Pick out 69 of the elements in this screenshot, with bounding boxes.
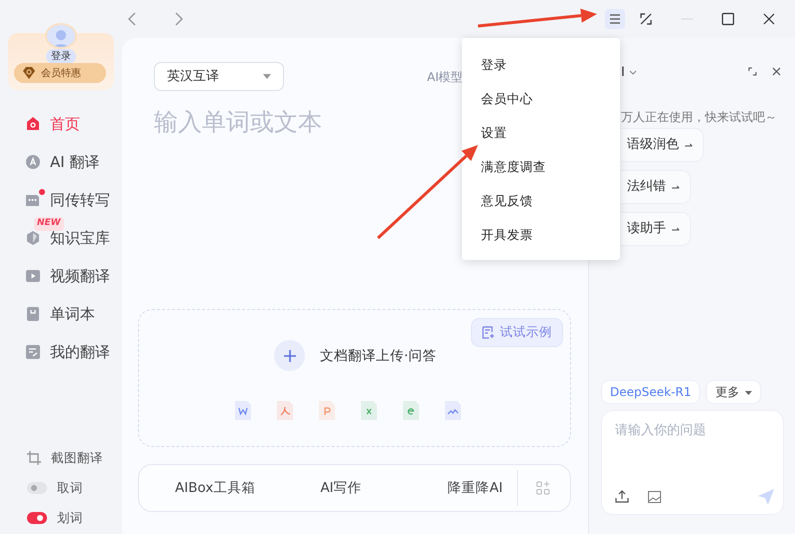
model-label: AI模型 bbox=[427, 69, 463, 86]
image-icon[interactable] bbox=[648, 491, 661, 503]
toggle-label: 划词 bbox=[57, 508, 83, 527]
word-file-icon bbox=[235, 401, 251, 420]
model-chip[interactable]: 更多 bbox=[706, 380, 762, 404]
arrow-right-icon bbox=[672, 184, 680, 190]
menu-item[interactable]: 设置 bbox=[462, 115, 620, 149]
document-icon bbox=[482, 326, 495, 339]
question-field[interactable]: 请输入你的问题 bbox=[613, 420, 773, 442]
notebook-icon bbox=[25, 306, 41, 322]
menu-icon[interactable] bbox=[605, 9, 625, 29]
nav-item[interactable]: NEW 知识宝库 bbox=[0, 219, 122, 257]
login-button[interactable]: 登录 bbox=[46, 49, 76, 64]
chevron-down-icon[interactable] bbox=[628, 70, 637, 76]
nav-item[interactable]: 首页 bbox=[0, 105, 122, 143]
nav-item[interactable]: 同传转写 bbox=[0, 181, 122, 219]
ebook-file-icon bbox=[403, 401, 419, 420]
plus-icon bbox=[284, 350, 296, 362]
nav-item[interactable]: 我的翻译 bbox=[0, 333, 122, 371]
nav-item[interactable]: 视频翻译 bbox=[0, 257, 122, 295]
toolbar-button[interactable]: AIBox工具箱 bbox=[175, 478, 256, 498]
tool-label[interactable]: 截图翻译 bbox=[51, 448, 103, 468]
toggle-label: 取词 bbox=[57, 478, 83, 497]
menu-item[interactable]: 会员中心 bbox=[462, 81, 620, 115]
play-icon bbox=[25, 268, 41, 284]
new-badge: NEW bbox=[34, 217, 64, 230]
toggle-switch[interactable] bbox=[27, 482, 47, 494]
maximize-icon[interactable] bbox=[721, 12, 735, 26]
expand-icon[interactable] bbox=[748, 67, 757, 76]
menu-item[interactable]: 开具发票 bbox=[462, 217, 620, 251]
back-icon[interactable] bbox=[127, 12, 137, 26]
toggle-switch[interactable] bbox=[27, 512, 47, 524]
arrow-right-icon bbox=[672, 226, 680, 232]
pdf-file-icon bbox=[277, 401, 293, 420]
toolbar-button[interactable]: 降重降AI bbox=[448, 478, 503, 498]
diamond-icon bbox=[22, 67, 36, 79]
toolbar-button[interactable]: AI写作 bbox=[320, 478, 362, 498]
suggestion-chip[interactable]: 法纠错 bbox=[621, 170, 691, 204]
image-file-icon bbox=[445, 401, 461, 420]
crop-icon[interactable] bbox=[27, 451, 41, 465]
letter-a-icon bbox=[25, 154, 41, 170]
ppt-file-icon bbox=[319, 401, 335, 420]
menu-item[interactable]: 意见反馈 bbox=[462, 183, 620, 217]
vip-button[interactable]: 会员特惠 bbox=[14, 63, 106, 83]
excel-file-icon bbox=[361, 401, 377, 420]
document-icon bbox=[25, 344, 41, 360]
nav-item[interactable]: 单词本 bbox=[0, 295, 122, 333]
add-button[interactable] bbox=[274, 340, 305, 371]
home-icon bbox=[25, 116, 41, 132]
suggestion-chip[interactable]: 读助手 bbox=[621, 212, 691, 246]
tagline: 万人正在使用，快来试试吧～ bbox=[621, 109, 777, 126]
caret-icon bbox=[263, 74, 271, 79]
cube-icon bbox=[25, 230, 41, 246]
arrow-right-icon bbox=[685, 142, 693, 148]
compact-icon[interactable] bbox=[639, 12, 653, 26]
close-icon[interactable] bbox=[772, 67, 781, 76]
suggestion-chip[interactable]: 语级润色 bbox=[621, 128, 704, 162]
menu-item[interactable]: 登录 bbox=[462, 47, 620, 81]
forward-icon[interactable] bbox=[174, 12, 184, 26]
chat-icon bbox=[25, 192, 41, 208]
close-icon[interactable] bbox=[762, 12, 776, 26]
panel-title[interactable]: I bbox=[621, 63, 625, 82]
language-select[interactable]: 英汉互译 bbox=[154, 62, 284, 91]
upload-icon[interactable] bbox=[615, 490, 629, 503]
nav-item[interactable]: AI 翻译 bbox=[0, 143, 122, 181]
upload-label: 文档翻译上传·问答 bbox=[320, 347, 436, 366]
model-chip[interactable]: DeepSeek-R1 bbox=[601, 380, 700, 404]
menu-item[interactable]: 满意度调查 bbox=[462, 149, 620, 183]
upload-area[interactable]: 试试示例 文档翻译上传·问答 bbox=[138, 309, 571, 447]
